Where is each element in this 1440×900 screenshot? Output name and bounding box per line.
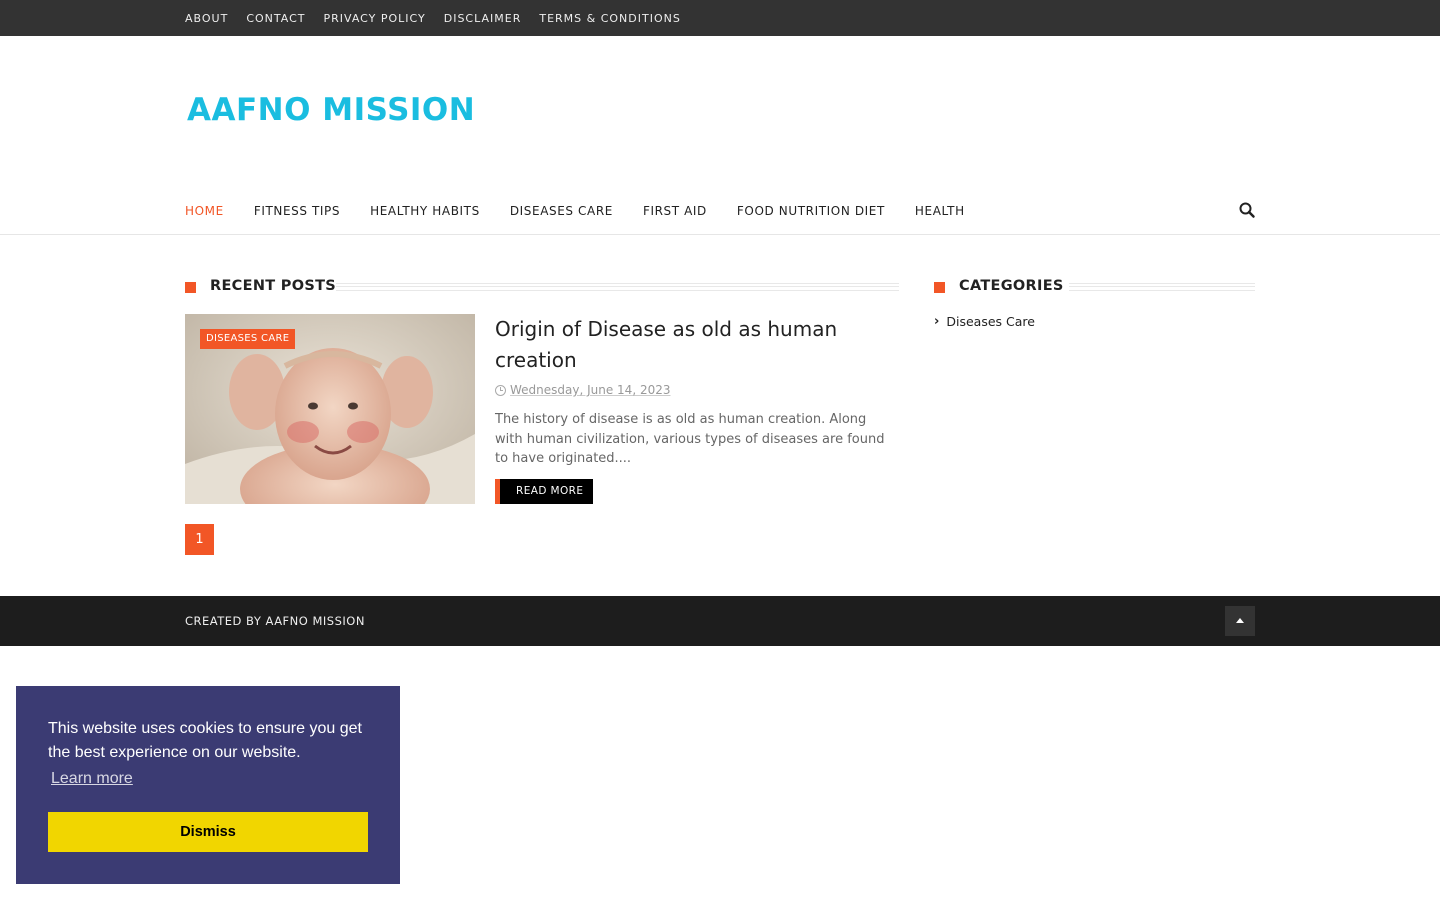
heading-divider <box>336 283 899 291</box>
nav-item-first-aid[interactable]: First Aid <box>643 190 707 234</box>
nav-item-healthy-habits[interactable]: Healthy Habits <box>370 190 480 234</box>
recent-posts-heading: Recent Posts <box>185 278 899 297</box>
nav-item-diseases-care[interactable]: Diseases Care <box>510 190 613 234</box>
post-date: Wednesday, June 14, 2023 <box>495 383 671 397</box>
heading-square <box>185 282 196 293</box>
nav-item-fitness-tips[interactable]: Fitness Tips <box>254 190 340 234</box>
top-link-disclaimer[interactable]: Disclaimer <box>444 0 522 36</box>
search-icon[interactable] <box>1238 201 1256 219</box>
footer-credit: Created By AAFNO MISSION <box>185 614 365 628</box>
cookie-dismiss-button[interactable]: Dismiss <box>48 812 368 852</box>
heading-square <box>934 282 945 293</box>
post-category-badge[interactable]: Diseases Care <box>200 329 296 349</box>
site-logo[interactable]: AAFNO MISSION <box>187 92 475 128</box>
nav-item-home[interactable]: Home <box>185 190 224 234</box>
categories-heading: Categories <box>934 278 1255 297</box>
categories-title: Categories <box>959 278 1064 294</box>
pagination-current-page[interactable]: 1 <box>185 524 214 555</box>
category-label[interactable]: Diseases Care <box>946 314 1035 329</box>
back-to-top-button[interactable] <box>1225 606 1255 636</box>
top-bar: About Contact Privacy Policy Disclaimer … <box>0 0 1440 36</box>
recent-posts-title: Recent Posts <box>210 278 337 294</box>
read-more-button[interactable]: Read More <box>495 479 594 504</box>
cookie-banner: This website uses cookies to ensure you … <box>16 686 400 884</box>
nav-item-health[interactable]: Health <box>915 190 965 234</box>
cookie-learn-more-link[interactable]: Learn more <box>51 770 133 788</box>
cookie-message: This website uses cookies to ensure you … <box>48 720 362 761</box>
top-link-terms[interactable]: Terms & Conditions <box>539 0 680 36</box>
post-date-text[interactable]: Wednesday, June 14, 2023 <box>510 383 671 397</box>
clock-icon <box>495 384 506 396</box>
main-nav: Home Fitness Tips Healthy Habits Disease… <box>0 190 1440 235</box>
nav-item-food-nutrition-diet[interactable]: Food Nutrition Diet <box>737 190 885 234</box>
post-title[interactable]: Origin of Disease as old as human creati… <box>495 314 895 376</box>
category-item[interactable]: › Diseases Care <box>934 314 1035 329</box>
chevron-right-icon: › <box>934 314 940 329</box>
top-links: About Contact Privacy Policy Disclaimer … <box>185 0 699 36</box>
top-link-about[interactable]: About <box>185 0 228 36</box>
top-link-contact[interactable]: Contact <box>246 0 305 36</box>
post-excerpt: The history of disease is as old as huma… <box>495 412 885 466</box>
top-link-privacy-policy[interactable]: Privacy Policy <box>323 0 425 36</box>
footer: Created By AAFNO MISSION <box>0 596 1440 646</box>
heading-divider <box>1069 283 1255 291</box>
